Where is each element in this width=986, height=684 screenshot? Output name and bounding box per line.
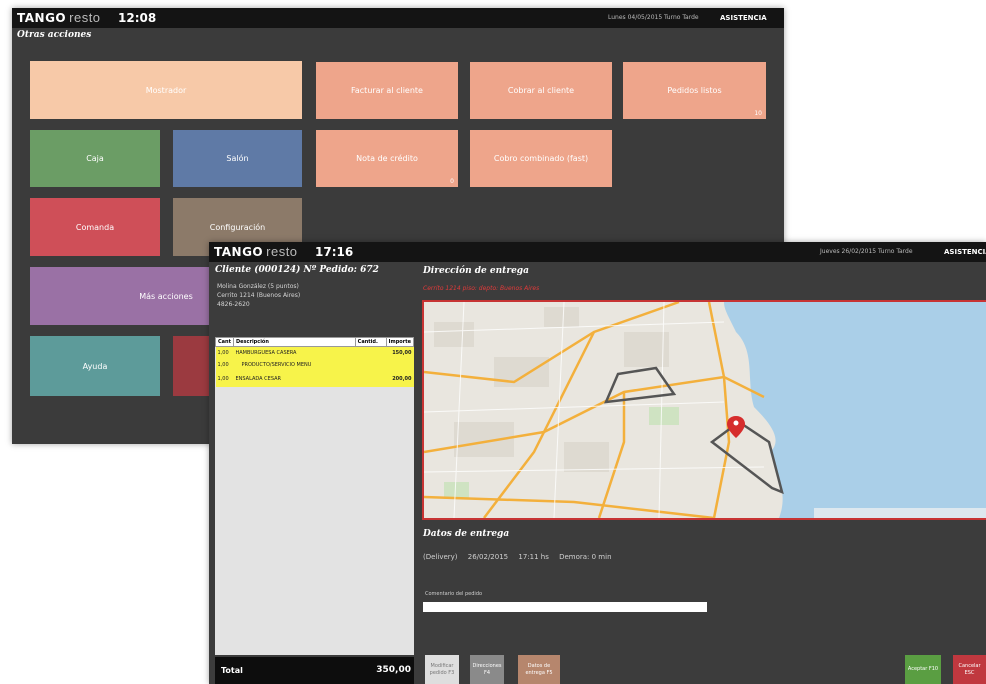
customer-info: Molina González (5 puntos) Cerrito 1214 … xyxy=(217,282,300,309)
order-title: Cliente (000124) Nº Pedido: 672 xyxy=(215,265,379,275)
customer-name: Molina González (5 puntos) xyxy=(217,283,299,290)
row-qty: 1,00 xyxy=(215,371,234,387)
customer-phone: 4826-2620 xyxy=(217,301,250,308)
delivery-details: (Delivery) 26/02/2015 17:11 hs Demora: 0… xyxy=(423,553,612,561)
tile-cobrar-cliente[interactable]: Cobrar al cliente xyxy=(470,62,612,119)
total-bar: Total 350,00 xyxy=(215,657,414,684)
delivery-address-title: Dirección de entrega xyxy=(423,266,529,276)
delivery-date: 26/02/2015 xyxy=(467,553,509,561)
tile-pedidos-listos[interactable]: Pedidos listos 10 xyxy=(623,62,766,119)
top-bar: TANGO resto 12:08 Lunes 04/05/2015 Turno … xyxy=(12,8,784,28)
delivery-data-title: Datos de entrega xyxy=(423,529,510,539)
tile-facturar-cliente[interactable]: Facturar al cliente xyxy=(316,62,458,119)
order-items-panel[interactable]: Cant Descripción Cantid. Importe 1,00 HA… xyxy=(215,337,415,655)
col-quantity: Cantid. xyxy=(354,337,387,347)
date-shift-info: Jueves 26/02/2015 Turno Tarde xyxy=(820,248,913,255)
comment-input[interactable] xyxy=(423,602,707,612)
table-header-row: Cant Descripción Cantid. Importe xyxy=(215,337,415,347)
order-table: Cant Descripción Cantid. Importe 1,00 HA… xyxy=(215,337,415,387)
clock: 12:08 xyxy=(118,11,157,25)
count-badge: 10 xyxy=(754,110,762,117)
delivery-order-window: TANGO resto 17:16 Jueves 26/02/2015 Turno… xyxy=(209,242,986,684)
delivery-address: Cerrito 1214 piso: depto: Buenos Aires xyxy=(423,285,540,292)
app-logo: TANGO resto xyxy=(17,10,101,25)
row-desc: HAMBURGUESA CASERA xyxy=(233,346,387,359)
count-badge: 0 xyxy=(450,178,454,185)
delivery-data-button[interactable]: Datos de entrega F5 xyxy=(518,655,560,684)
col-qty: Cant xyxy=(215,337,234,347)
header-brand: ASISTENCIA xyxy=(720,14,767,22)
table-row[interactable]: 1,00 PRODUCTO/SERVICIO MENU xyxy=(215,359,414,371)
table-row[interactable]: 1,00 HAMBURGUESA CASERA 150,00 xyxy=(215,346,414,359)
tile-caja[interactable]: Caja xyxy=(30,130,160,187)
total-label: Total xyxy=(221,666,243,675)
row-amount: 200,00 xyxy=(386,371,414,387)
cancel-button[interactable]: Cancelar ESC xyxy=(953,655,986,684)
col-description: Descripción xyxy=(233,337,356,347)
row-desc: PRODUCTO/SERVICIO MENU xyxy=(233,359,387,371)
accept-button[interactable]: Aceptar F10 xyxy=(905,655,941,684)
modify-order-button[interactable]: Modificar pedido F3 xyxy=(425,655,459,684)
map-canvas xyxy=(424,302,986,518)
delivery-type: (Delivery) xyxy=(423,553,458,561)
tile-cobro-combinado[interactable]: Cobro combinado (fast) xyxy=(470,130,612,187)
clock: 17:16 xyxy=(315,245,354,259)
row-qty: 1,00 xyxy=(215,359,234,371)
tile-nota-credito[interactable]: Nota de crédito 0 xyxy=(316,130,458,187)
row-amount xyxy=(386,359,414,371)
map-pin-icon[interactable] xyxy=(727,416,745,438)
delivery-delay: Demora: 0 min xyxy=(559,553,612,561)
tile-salon[interactable]: Salón xyxy=(173,130,302,187)
row-amount: 150,00 xyxy=(386,346,414,359)
tile-mostrador[interactable]: Mostrador xyxy=(30,61,302,119)
total-value: 350,00 xyxy=(376,665,411,675)
date-shift-info: Lunes 04/05/2015 Turno Tarde xyxy=(608,14,699,21)
row-qty: 1,00 xyxy=(215,346,234,359)
comment-label: Comentario del pedido xyxy=(425,591,483,597)
river-water xyxy=(724,302,986,518)
row-desc: ENSALADA CESAR xyxy=(233,371,387,387)
table-row[interactable]: 1,00 ENSALADA CESAR 200,00 xyxy=(215,371,414,387)
col-amount: Importe xyxy=(385,337,415,347)
delivery-map[interactable] xyxy=(422,300,986,520)
customer-address: Cerrito 1214 (Buenos Aires) xyxy=(217,292,301,299)
delivery-time: 17:11 hs xyxy=(518,553,549,561)
tile-ayuda[interactable]: Ayuda xyxy=(30,336,160,396)
top-bar: TANGO resto 17:16 Jueves 26/02/2015 Turno… xyxy=(209,242,986,262)
header-brand: ASISTENCIA xyxy=(944,248,986,256)
section-title: Otras acciones xyxy=(17,30,92,40)
addresses-button[interactable]: Direcciones F4 xyxy=(470,655,504,684)
tile-comanda[interactable]: Comanda xyxy=(30,198,160,256)
map-attribution xyxy=(814,508,986,518)
app-logo: TANGO resto xyxy=(214,244,298,259)
delivery-zone-2 xyxy=(709,420,784,495)
